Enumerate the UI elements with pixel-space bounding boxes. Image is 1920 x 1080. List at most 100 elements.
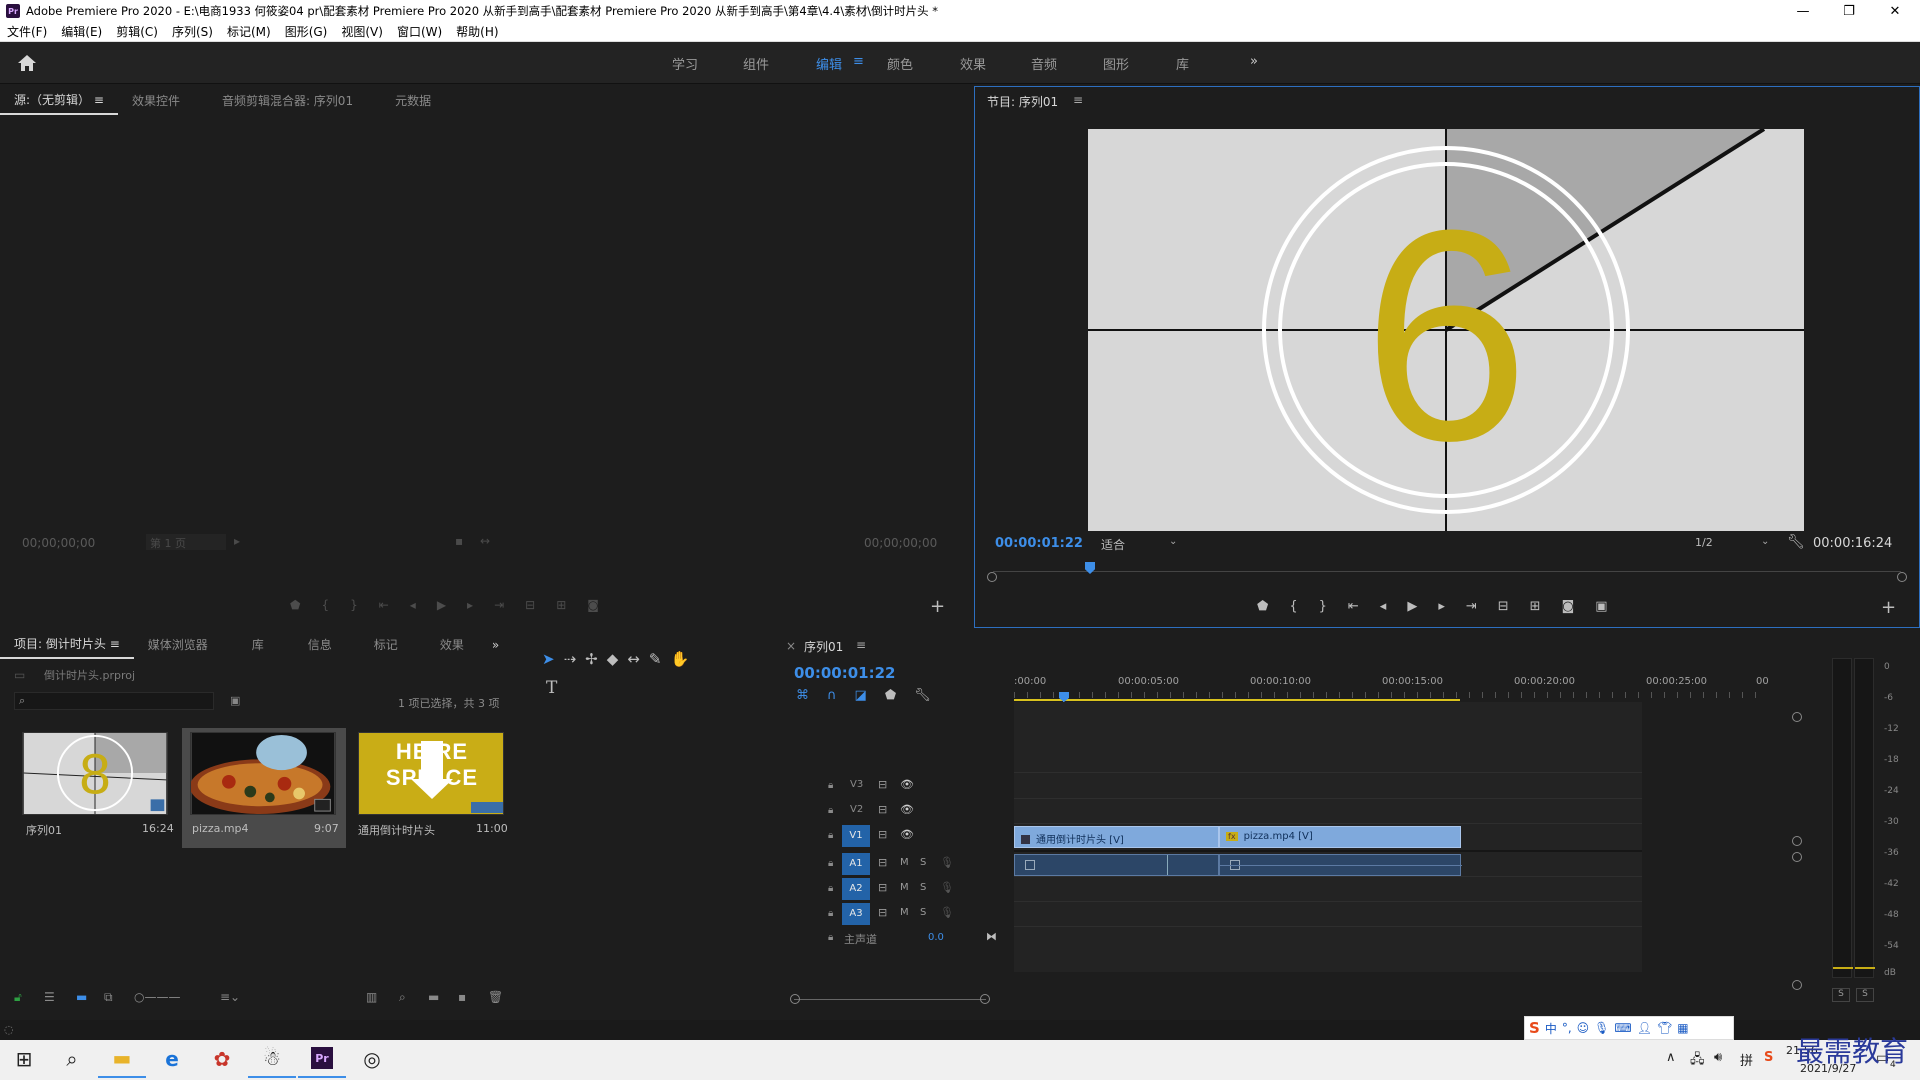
ime-voice-icon[interactable]: 🎙︎: [1594, 1021, 1609, 1035]
sogou-tray-icon[interactable]: S: [1764, 1050, 1773, 1065]
eye-icon[interactable]: 👁︎: [900, 803, 914, 816]
icon-view-icon[interactable]: ▬: [76, 990, 87, 1004]
meter-solo-right[interactable]: S: [1856, 988, 1874, 1002]
menu-file[interactable]: 文件(F): [0, 23, 54, 40]
track-area[interactable]: 通用倒计时片头 [V] fx pizza.mp4 [V]: [1014, 702, 1642, 972]
timeline-menu-icon[interactable]: ≡: [856, 638, 866, 652]
track-target-a1[interactable]: A1: [842, 853, 870, 875]
clip-a1-pizza[interactable]: [1219, 854, 1462, 876]
workspace-color[interactable]: 颜色: [887, 54, 913, 73]
premiere-taskbar-icon[interactable]: Pr: [298, 1040, 346, 1078]
voiceover-mic-icon[interactable]: 🎙︎: [940, 856, 954, 869]
workspace-assembly[interactable]: 组件: [743, 54, 769, 73]
clip-a1-countdown[interactable]: [1014, 854, 1219, 876]
meter-solo-left[interactable]: S: [1832, 988, 1850, 1002]
tab-markers[interactable]: 标记: [360, 632, 412, 658]
search-icon[interactable]: ⌕: [48, 1040, 96, 1078]
sync-lock-icon[interactable]: ⊟: [878, 803, 887, 816]
lock-icon[interactable]: 🔒︎: [828, 883, 833, 894]
program-go-in-icon[interactable]: ⇤: [1348, 599, 1359, 617]
source-mark-out-icon[interactable]: }: [350, 598, 358, 614]
voiceover-mic-icon[interactable]: 🎙︎: [940, 906, 954, 919]
source-export-frame-icon[interactable]: ◙: [587, 598, 599, 614]
restore-button[interactable]: ❐: [1826, 0, 1872, 22]
program-fit-select[interactable]: 适合: [1101, 536, 1125, 553]
network-icon[interactable]: 🖧︎: [1690, 1050, 1705, 1072]
tray-expand-icon[interactable]: ∧: [1666, 1050, 1676, 1065]
project-search-input[interactable]: ⌕: [14, 692, 214, 710]
nest-toggle-icon[interactable]: ⌘: [796, 688, 809, 703]
tab-metadata[interactable]: 元数据: [381, 88, 445, 114]
new-item-icon[interactable]: ▪: [458, 990, 466, 1004]
track-select-tool-icon[interactable]: ⇢: [564, 650, 577, 668]
tab-libraries[interactable]: 库: [238, 632, 278, 658]
source-step-forward-icon[interactable]: ▸: [467, 598, 473, 614]
ime-user-icon[interactable]: 👤︎: [1637, 1021, 1652, 1035]
workspace-graphics[interactable]: 图形: [1103, 54, 1129, 73]
master-volume-value[interactable]: 0.0: [928, 932, 944, 943]
timeline-timecode[interactable]: 00:00:01:22: [794, 664, 896, 682]
timeline-vscroll-mid[interactable]: [1792, 836, 1802, 846]
solo-button[interactable]: S: [920, 857, 926, 868]
menu-help[interactable]: 帮助(H): [449, 23, 505, 40]
program-go-out-icon[interactable]: ⇥: [1466, 599, 1477, 617]
file-explorer-icon[interactable]: ▬: [98, 1040, 146, 1078]
program-timecode[interactable]: 00:00:01:22: [995, 536, 1083, 551]
program-title[interactable]: 节目: 序列01: [987, 93, 1058, 110]
lock-icon[interactable]: 🔒︎: [828, 908, 833, 919]
clear-trash-icon[interactable]: 🗑︎: [488, 990, 503, 1004]
lock-icon[interactable]: 🔒︎: [828, 830, 833, 841]
timeline-vscroll-top[interactable]: [1792, 712, 1802, 722]
ime-keyboard-icon[interactable]: ⌨: [1614, 1021, 1631, 1035]
program-quality-select[interactable]: 1/2: [1695, 536, 1713, 549]
program-playhead[interactable]: [1085, 562, 1095, 574]
go-to-end-icon[interactable]: ⧓: [986, 930, 997, 943]
source-timecode[interactable]: 00;00;00;00: [22, 536, 95, 550]
program-mark-out-icon[interactable]: }: [1319, 599, 1327, 617]
workspace-libraries[interactable]: 库: [1176, 54, 1189, 73]
timeline-ruler[interactable]: :00:00 00:00:05:00 00:00:10:00 00:00:15:…: [1014, 674, 1769, 701]
snap-magnet-icon[interactable]: ∩: [827, 688, 837, 703]
sync-lock-icon[interactable]: ⊟: [878, 906, 887, 919]
slip-tool-icon[interactable]: ↔: [627, 650, 640, 668]
program-scrubber[interactable]: [987, 562, 1907, 582]
workspace-audio[interactable]: 音频: [1031, 54, 1057, 73]
track-target-a3[interactable]: A3: [842, 903, 870, 925]
timeline-vscroll-mid2[interactable]: [1792, 852, 1802, 862]
source-go-in-icon[interactable]: ⇤: [379, 598, 389, 614]
edge-browser-icon[interactable]: e: [148, 1040, 196, 1078]
source-settings-icon[interactable]: ▪: [455, 534, 463, 548]
list-view-icon[interactable]: ☰: [44, 990, 55, 1004]
tab-effects[interactable]: 效果: [426, 632, 478, 658]
track-target-v1[interactable]: V1: [842, 825, 870, 847]
media-player-icon[interactable]: ◎: [348, 1040, 396, 1078]
sync-lock-icon[interactable]: ⊟: [878, 881, 887, 894]
timeline-close-icon[interactable]: ×: [786, 639, 796, 653]
program-export-frame-icon[interactable]: ◙: [1562, 599, 1575, 617]
source-mark-in-icon[interactable]: {: [321, 598, 329, 614]
hand-tool-icon[interactable]: ✋: [670, 650, 689, 668]
ime-skin-icon[interactable]: 👕︎: [1657, 1021, 1672, 1035]
lock-icon[interactable]: 🔒︎: [828, 858, 833, 869]
source-step-back-icon[interactable]: ◂: [410, 598, 416, 614]
freeform-view-icon[interactable]: ⧉: [104, 990, 113, 1005]
tab-media-browser[interactable]: 媒体浏览器: [134, 632, 222, 658]
mute-button[interactable]: M: [900, 857, 909, 868]
timeline-hscroll[interactable]: [790, 994, 990, 1006]
ime-punct-icon[interactable]: °,: [1562, 1021, 1572, 1035]
program-compare-icon[interactable]: ▣: [1595, 599, 1607, 617]
lock-icon[interactable]: 🔒︎: [828, 805, 833, 816]
menu-view[interactable]: 视图(V): [334, 23, 390, 40]
program-add-button-icon[interactable]: +: [1881, 597, 1896, 618]
track-label-v3[interactable]: V3: [850, 779, 863, 790]
new-bin-icon[interactable]: ▬: [428, 990, 439, 1004]
clip-v1-countdown[interactable]: 通用倒计时片头 [V]: [1014, 826, 1219, 848]
eye-icon[interactable]: 👁︎: [900, 778, 914, 791]
pen-tool-icon[interactable]: ✎: [649, 650, 662, 668]
program-quality-chevron-icon[interactable]: ⌄: [1761, 536, 1769, 547]
sync-lock-icon[interactable]: ⊟: [878, 778, 887, 791]
solo-button[interactable]: S: [920, 907, 926, 918]
program-menu-icon[interactable]: ≡: [1073, 93, 1083, 107]
zoom-slider[interactable]: ○———: [134, 990, 180, 1004]
source-add-button-icon[interactable]: +: [930, 596, 945, 617]
